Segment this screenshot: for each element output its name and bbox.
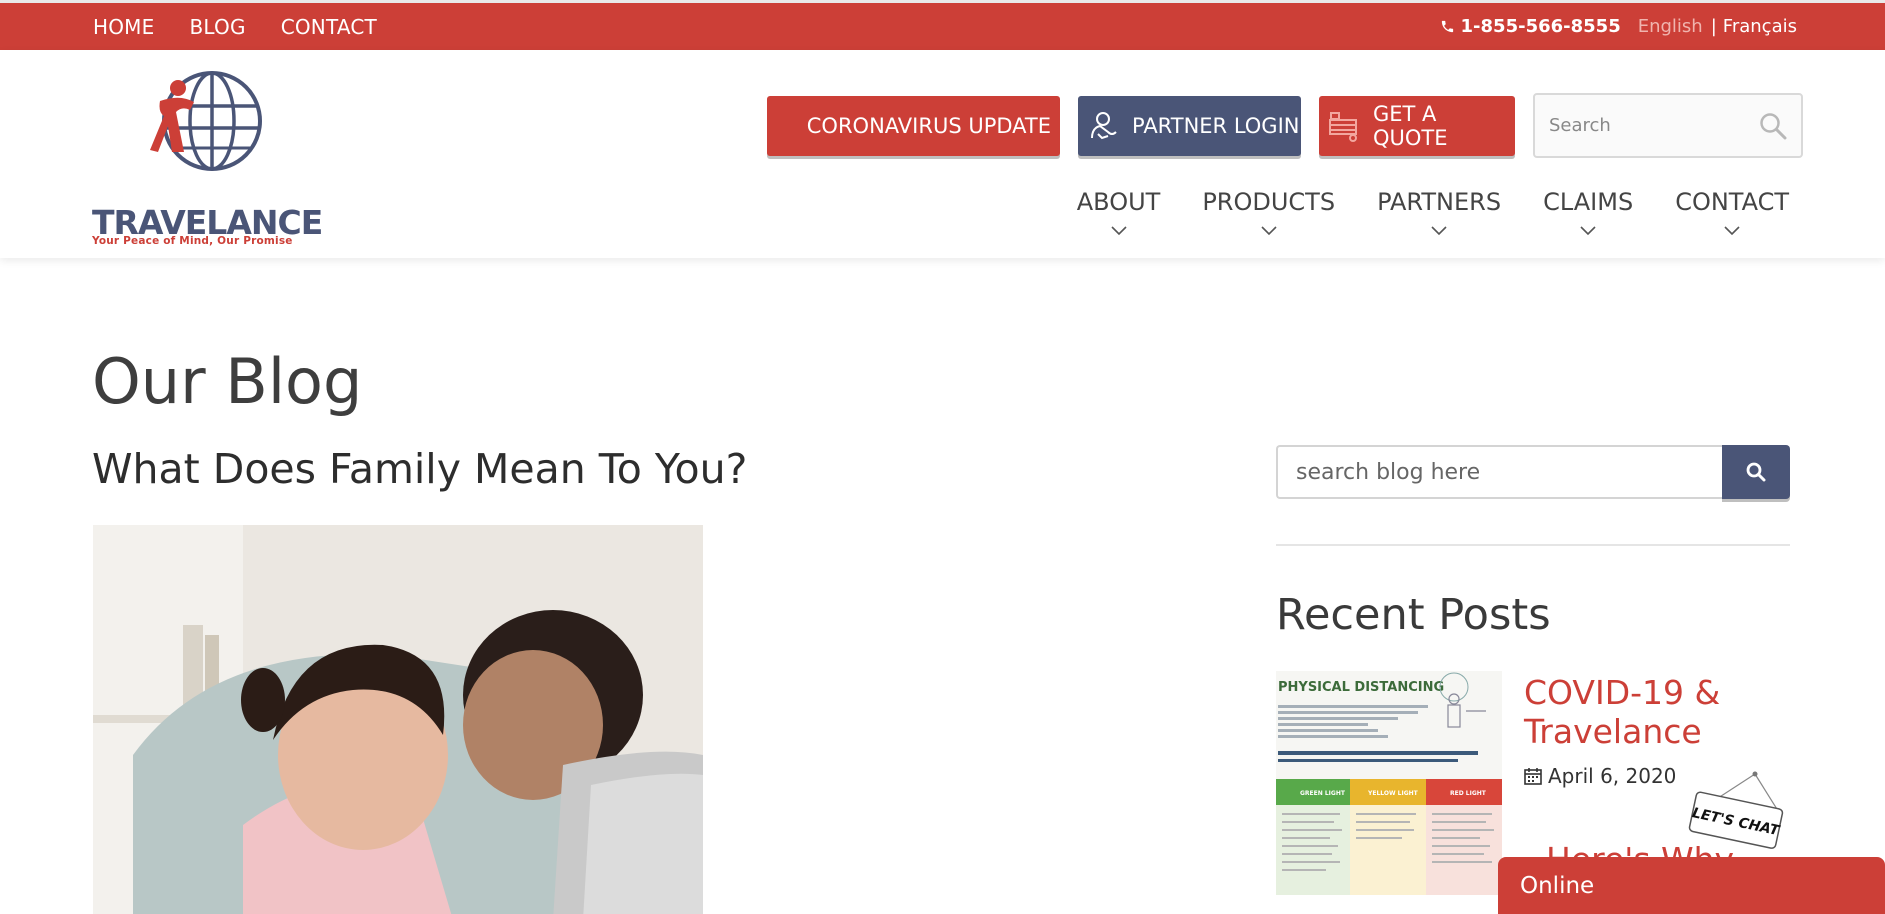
phone-number: 1-855-566-8555	[1460, 16, 1621, 37]
page-title: Our Blog	[92, 345, 363, 418]
phone-link[interactable]: 1-855-566-8555	[1440, 16, 1621, 37]
search-icon	[1746, 462, 1766, 482]
logo[interactable]: TRAVELANCE Your Peace of Mind, Our Promi…	[92, 66, 323, 247]
family-photo	[93, 525, 703, 914]
chevron-down-icon	[1110, 226, 1127, 236]
nav-products-label: PRODUCTS	[1202, 188, 1336, 216]
lang-english[interactable]: English	[1638, 16, 1703, 37]
calendar-icon	[1524, 768, 1542, 785]
coronavirus-update-button[interactable]: CORONAVIRUS UPDATE	[767, 96, 1060, 156]
chat-status: Online	[1520, 873, 1595, 899]
chat-widget-bar[interactable]: Online	[1498, 857, 1885, 914]
post-title[interactable]: What Does Family Mean To You?	[92, 445, 747, 493]
chevron-down-icon	[1261, 226, 1277, 236]
recent-post-date-text: April 6, 2020	[1548, 764, 1677, 788]
nav-contact[interactable]: CONTACT	[1675, 188, 1789, 236]
coronavirus-update-label: CORONAVIRUS UPDATE	[806, 114, 1051, 138]
nav-about-label: ABOUT	[1076, 188, 1161, 216]
partner-login-label: PARTNER LOGIN	[1132, 114, 1300, 138]
top-nav-blog[interactable]: BLOG	[189, 15, 245, 39]
lang-french[interactable]: Français	[1723, 16, 1797, 37]
get-a-quote-label: GET A QUOTE	[1373, 102, 1448, 150]
recent-post-title[interactable]: COVID-19 & Travelance	[1524, 673, 1754, 751]
blog-search-input[interactable]	[1276, 445, 1722, 499]
blog-search-button[interactable]	[1722, 445, 1790, 499]
top-nav: HOME BLOG CONTACT	[93, 15, 377, 39]
lang-separator: |	[1710, 16, 1717, 37]
partner-login-button[interactable]: PARTNER LOGIN	[1078, 96, 1301, 156]
top-nav-home[interactable]: HOME	[93, 15, 154, 39]
chevron-down-icon	[1431, 226, 1447, 236]
thumb-heading: PHYSICAL DISTANCING	[1278, 680, 1444, 695]
nav-partners[interactable]: PARTNERS	[1377, 188, 1501, 236]
top-right: 1-855-566-8555 English | Français	[1440, 16, 1797, 37]
blog-search	[1276, 445, 1790, 499]
main-nav: ABOUT PRODUCTS PARTNERS CLAIMS CONTACT	[1077, 188, 1789, 236]
nav-contact-label: CONTACT	[1675, 188, 1789, 216]
chevron-down-icon	[1580, 226, 1596, 236]
thumb-column-red: RED LIGHT	[1450, 790, 1487, 797]
handshake-icon	[1088, 110, 1120, 142]
calculator-icon	[1327, 110, 1359, 142]
post-image[interactable]	[93, 525, 703, 914]
chevron-down-icon	[1724, 226, 1740, 236]
site-search-input[interactable]	[1549, 115, 1749, 136]
get-a-quote-button[interactable]: GET A QUOTE	[1319, 96, 1515, 156]
nav-products[interactable]: PRODUCTS	[1202, 188, 1335, 236]
nav-about[interactable]: ABOUT	[1076, 188, 1161, 236]
top-bar: HOME BLOG CONTACT 1-855-566-8555 English…	[0, 0, 1885, 50]
recent-posts-title: Recent Posts	[1276, 590, 1551, 640]
globe-logo-icon	[150, 71, 262, 171]
recent-post-thumbnail[interactable]: PHYSICAL DISTANCING GREEN LIGHT YELLOW L…	[1276, 671, 1502, 895]
nav-claims-label: CLAIMS	[1543, 188, 1634, 216]
phone-icon	[1441, 20, 1453, 33]
thumb-column-yellow: YELLOW LIGHT	[1367, 790, 1419, 797]
search-icon[interactable]	[1759, 112, 1787, 144]
nav-partners-label: PARTNERS	[1377, 188, 1502, 216]
recent-post-date: April 6, 2020	[1524, 764, 1676, 788]
top-nav-contact[interactable]: CONTACT	[281, 15, 377, 39]
header: TRAVELANCE Your Peace of Mind, Our Promi…	[0, 50, 1885, 258]
logo-tagline: Your Peace of Mind, Our Promise	[92, 235, 293, 247]
site-search	[1533, 93, 1803, 158]
sidebar-divider	[1276, 544, 1790, 546]
nav-claims[interactable]: CLAIMS	[1543, 188, 1633, 236]
physical-distancing-infographic: PHYSICAL DISTANCING GREEN LIGHT YELLOW L…	[1276, 671, 1502, 895]
lets-chat-sign[interactable]: LET'S CHAT	[1680, 770, 1790, 854]
thumb-column-green: GREEN LIGHT	[1300, 790, 1346, 797]
